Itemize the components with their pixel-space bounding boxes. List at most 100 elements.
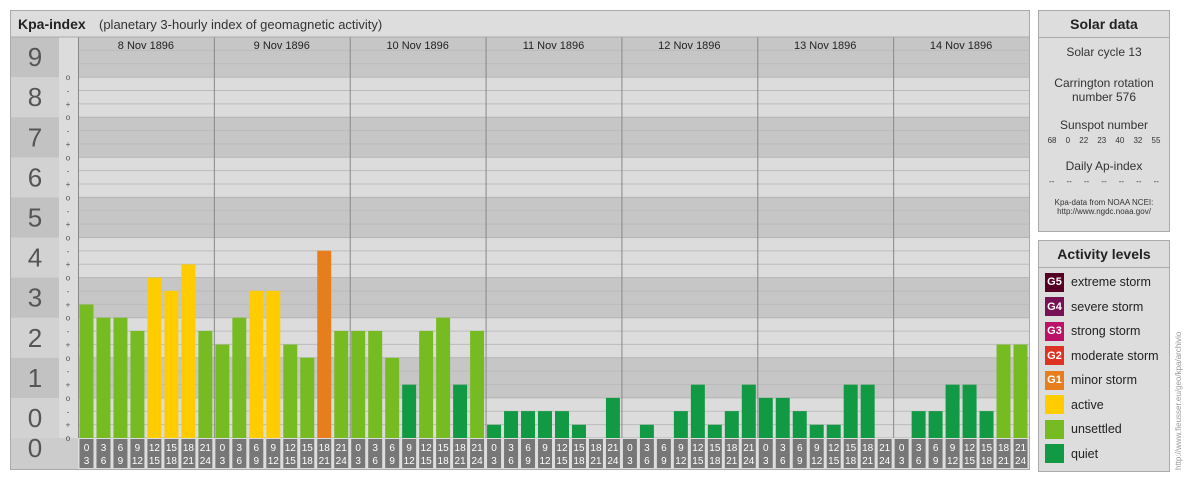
minor-tick-label: + — [66, 381, 71, 390]
time-end-label: 12 — [947, 456, 959, 467]
kp-bar — [1013, 344, 1028, 438]
minor-tick-label: o — [66, 193, 71, 202]
time-start-label: 9 — [542, 443, 548, 454]
time-start-label: 0 — [763, 443, 769, 454]
time-end-label: 21 — [455, 456, 467, 467]
time-start-label: 15 — [302, 443, 314, 454]
time-start-label: 21 — [743, 443, 755, 454]
day-label: 14 Nov 1896 — [930, 40, 992, 52]
time-start-label: 12 — [828, 443, 840, 454]
time-start-label: 18 — [726, 443, 738, 454]
time-start-label: 21 — [200, 443, 212, 454]
minor-tick-label: + — [66, 140, 71, 149]
activity-level-swatch: G1 — [1045, 370, 1064, 390]
kp-bar — [504, 411, 519, 438]
source-line2: http://www.ngdc.noaa.gov/ — [1057, 207, 1151, 216]
kp-bar — [300, 357, 315, 438]
minor-tick-label: - — [67, 327, 70, 336]
sunspot-value: 68 — [1047, 136, 1057, 145]
ap-value: -- — [1153, 177, 1159, 186]
time-start-label: 21 — [1015, 443, 1027, 454]
kp-bar — [79, 304, 94, 438]
kp-bar — [724, 411, 739, 438]
ap-value: -- — [1083, 177, 1090, 186]
time-start-label: 15 — [573, 443, 585, 454]
kp-bar — [538, 411, 552, 438]
time-end-label: 18 — [302, 456, 314, 467]
kp-bar — [385, 357, 400, 438]
time-end-label: 24 — [200, 456, 212, 467]
chart-title-bar: Kpa-index (planetary 3-hourly index of g… — [11, 11, 1029, 37]
chart-subtitle: (planetary 3-hourly index of geomagnetic… — [99, 17, 383, 32]
time-end-label: 24 — [879, 456, 891, 467]
kp-bar — [928, 411, 943, 438]
time-end-label: 9 — [525, 456, 531, 467]
time-start-label: 9 — [678, 443, 684, 454]
y-tick-label: 2 — [28, 323, 42, 353]
time-end-label: 18 — [166, 456, 178, 467]
time-start-label: 21 — [607, 443, 619, 454]
time-start-label: 18 — [998, 443, 1010, 454]
kp-bar — [555, 411, 569, 438]
activity-level-item: G1 minor storm — [1039, 368, 1169, 393]
time-end-label: 9 — [933, 456, 939, 467]
minor-tick-label: o — [66, 234, 71, 243]
solar-data-heading: Solar data — [1039, 11, 1169, 38]
minor-tick-label: o — [66, 274, 71, 283]
time-end-label: 18 — [981, 456, 993, 467]
kp-bar — [741, 384, 756, 438]
time-end-label: 12 — [268, 456, 280, 467]
time-start-label: 0 — [491, 443, 497, 454]
minor-tick-label: + — [66, 220, 71, 229]
time-end-label: 15 — [692, 456, 704, 467]
time-end-label: 24 — [472, 456, 484, 467]
y-tick-label: 4 — [28, 243, 42, 273]
kp-bar — [707, 424, 722, 438]
minor-tick-label: - — [67, 247, 70, 256]
ap-value: -- — [1136, 177, 1142, 186]
kp-bar — [317, 250, 332, 438]
activity-level-swatch: G4 — [1045, 297, 1064, 317]
time-end-label: 9 — [254, 456, 260, 467]
minor-tick-label: + — [66, 421, 71, 430]
time-start-label: 12 — [421, 443, 433, 454]
solar-data-panel: Solar data Solar cycle 13 Carrington rot… — [1038, 10, 1170, 232]
activity-levels-heading: Activity levels — [1039, 241, 1169, 268]
time-start-label: 18 — [455, 443, 467, 454]
minor-tick-label: o — [66, 153, 71, 162]
activity-level-label: minor storm — [1071, 373, 1137, 388]
minor-tick-label: - — [67, 127, 70, 136]
kp-bar — [775, 397, 790, 438]
time-start-label: 15 — [845, 443, 857, 454]
minor-tick-label: + — [66, 100, 71, 109]
sunspot-value: 55 — [1151, 136, 1161, 145]
time-end-label: 6 — [101, 456, 107, 467]
time-start-label: 6 — [389, 443, 395, 454]
activity-level-label: quiet — [1071, 446, 1099, 461]
time-start-label: 0 — [220, 443, 226, 454]
kp-bar — [283, 344, 298, 438]
time-end-label: 15 — [556, 456, 568, 467]
time-end-label: 3 — [491, 456, 497, 467]
kpa-chart: 0 o + - 1 o + - 2 o + - 3 o + - 4 o + - 5 o + - 6 o + - 7 o + - 8 o + - 9 o 8 … — [11, 11, 1029, 469]
time-start-label: 12 — [556, 443, 568, 454]
credit-url: http://www.fieusser.eu/geo/kpa/archivio — [1174, 331, 1183, 470]
time-start-label: 3 — [237, 443, 243, 454]
time-end-label: 6 — [780, 456, 786, 467]
time-end-label: 15 — [285, 456, 297, 467]
kp-bar — [164, 290, 179, 438]
kp-bar — [571, 424, 586, 438]
time-start-label: 6 — [525, 443, 531, 454]
y-tick-label: 0 — [28, 433, 42, 463]
time-end-label: 24 — [607, 456, 619, 467]
time-start-label: 15 — [981, 443, 993, 454]
minor-tick-label: - — [67, 207, 70, 216]
sunspot-label: Sunspot number — [1059, 118, 1149, 132]
time-end-label: 9 — [118, 456, 124, 467]
time-end-label: 24 — [743, 456, 755, 467]
kp-bar — [487, 424, 502, 438]
kp-bar — [470, 330, 485, 438]
activity-level-swatch — [1045, 395, 1064, 415]
time-end-label: 12 — [132, 456, 144, 467]
activity-level-item: G5 extreme storm — [1039, 270, 1169, 295]
